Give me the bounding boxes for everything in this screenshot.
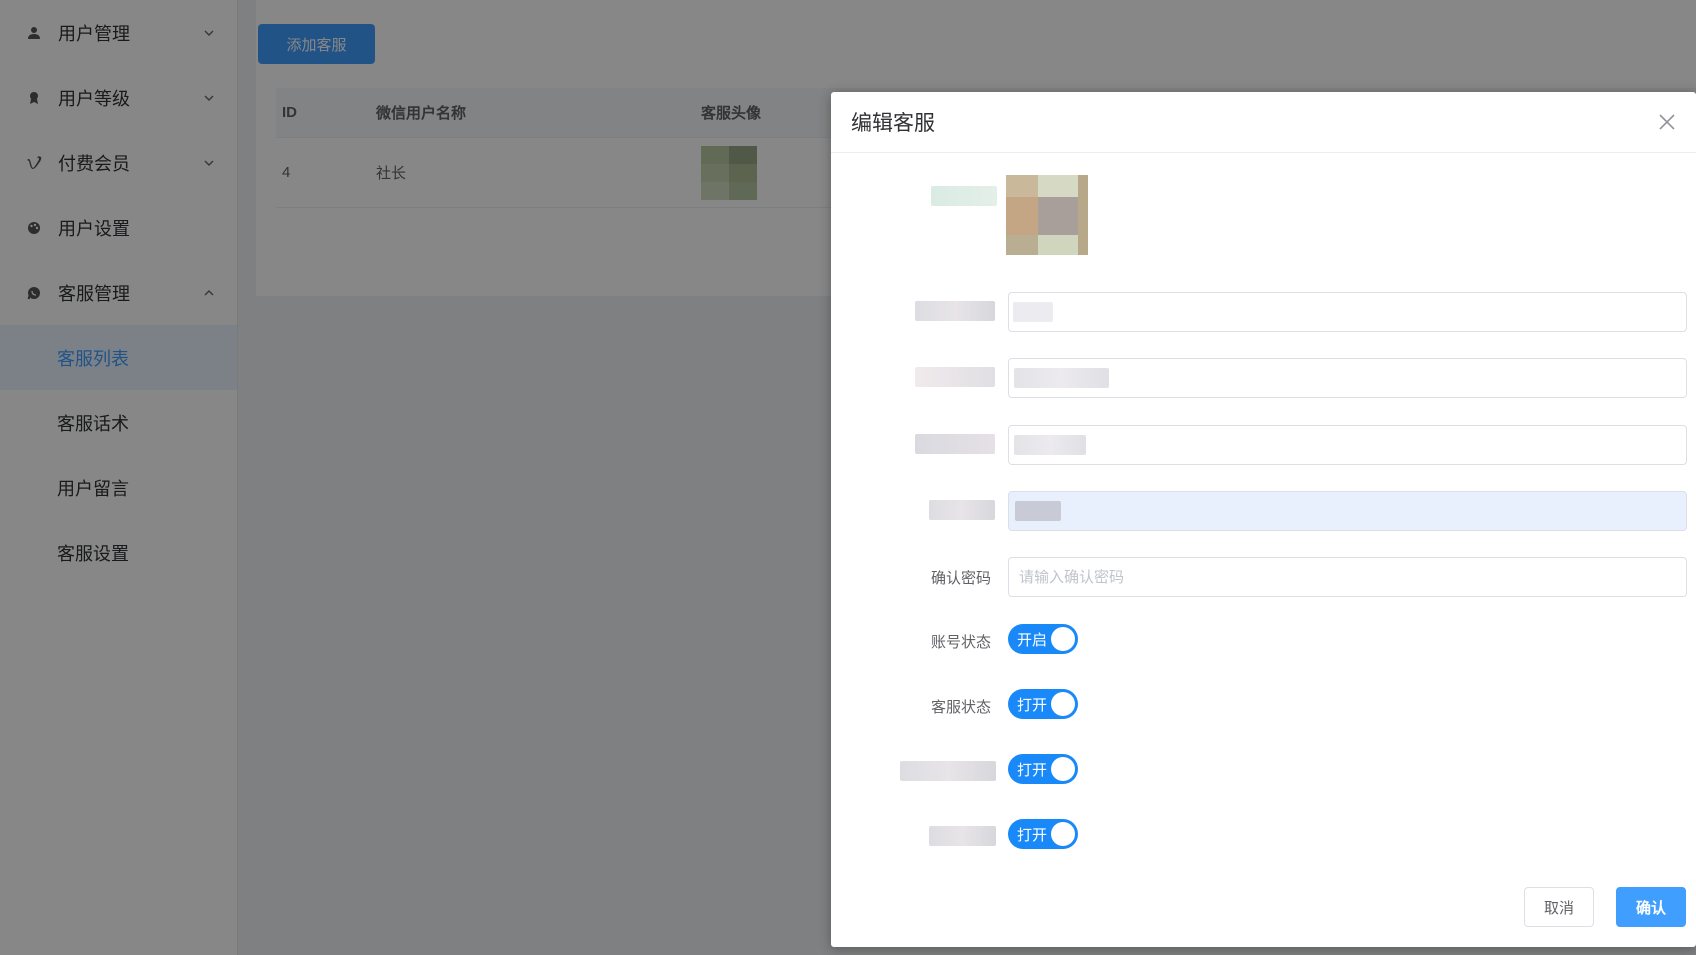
confirm-button[interactable]: 确认 (1616, 887, 1686, 927)
switch-text: 打开 (1017, 761, 1048, 779)
field-value-3 (1014, 435, 1086, 455)
field-label-2 (915, 367, 995, 387)
text-field-2[interactable] (1008, 358, 1687, 398)
switch-3[interactable]: 打开 (1008, 754, 1078, 784)
password-field[interactable] (1008, 491, 1687, 531)
field-value-2 (1014, 368, 1109, 388)
switch-text: 开启 (1017, 631, 1048, 649)
switch-label-4 (929, 826, 996, 846)
account-status-label: 账号状态 (930, 634, 991, 651)
field-label-1 (915, 301, 995, 321)
switch-label-3 (900, 761, 996, 781)
dialog-title: 编辑客服 (851, 112, 935, 135)
confirm-password-label: 确认密码 (930, 570, 991, 587)
switch-knob (1051, 692, 1075, 716)
switch-knob (1051, 627, 1075, 651)
field-label-3 (915, 434, 995, 454)
switch-4[interactable]: 打开 (1008, 819, 1078, 849)
avatar-label (931, 186, 997, 206)
field-label-4 (929, 500, 995, 520)
field-value-4 (1015, 501, 1061, 521)
text-field-1[interactable] (1008, 292, 1687, 332)
switch-text: 打开 (1017, 696, 1048, 714)
switch-knob (1051, 757, 1075, 781)
close-icon[interactable] (1658, 113, 1676, 131)
field-value-1 (1013, 302, 1053, 322)
account-status-switch[interactable]: 开启 (1008, 624, 1078, 654)
service-status-switch[interactable]: 打开 (1008, 689, 1078, 719)
cancel-button[interactable]: 取消 (1524, 887, 1594, 927)
avatar-image[interactable] (1006, 175, 1088, 255)
confirm-password-input[interactable] (1008, 557, 1687, 597)
text-field-3[interactable] (1008, 425, 1687, 465)
edit-service-dialog: 编辑客服 确认密码 账号状态 开启 客服状态 打开 打开 (831, 92, 1696, 947)
service-status-label: 客服状态 (930, 699, 991, 716)
switch-knob (1051, 822, 1075, 846)
switch-text: 打开 (1017, 826, 1048, 844)
dialog-header: 编辑客服 (831, 92, 1696, 153)
